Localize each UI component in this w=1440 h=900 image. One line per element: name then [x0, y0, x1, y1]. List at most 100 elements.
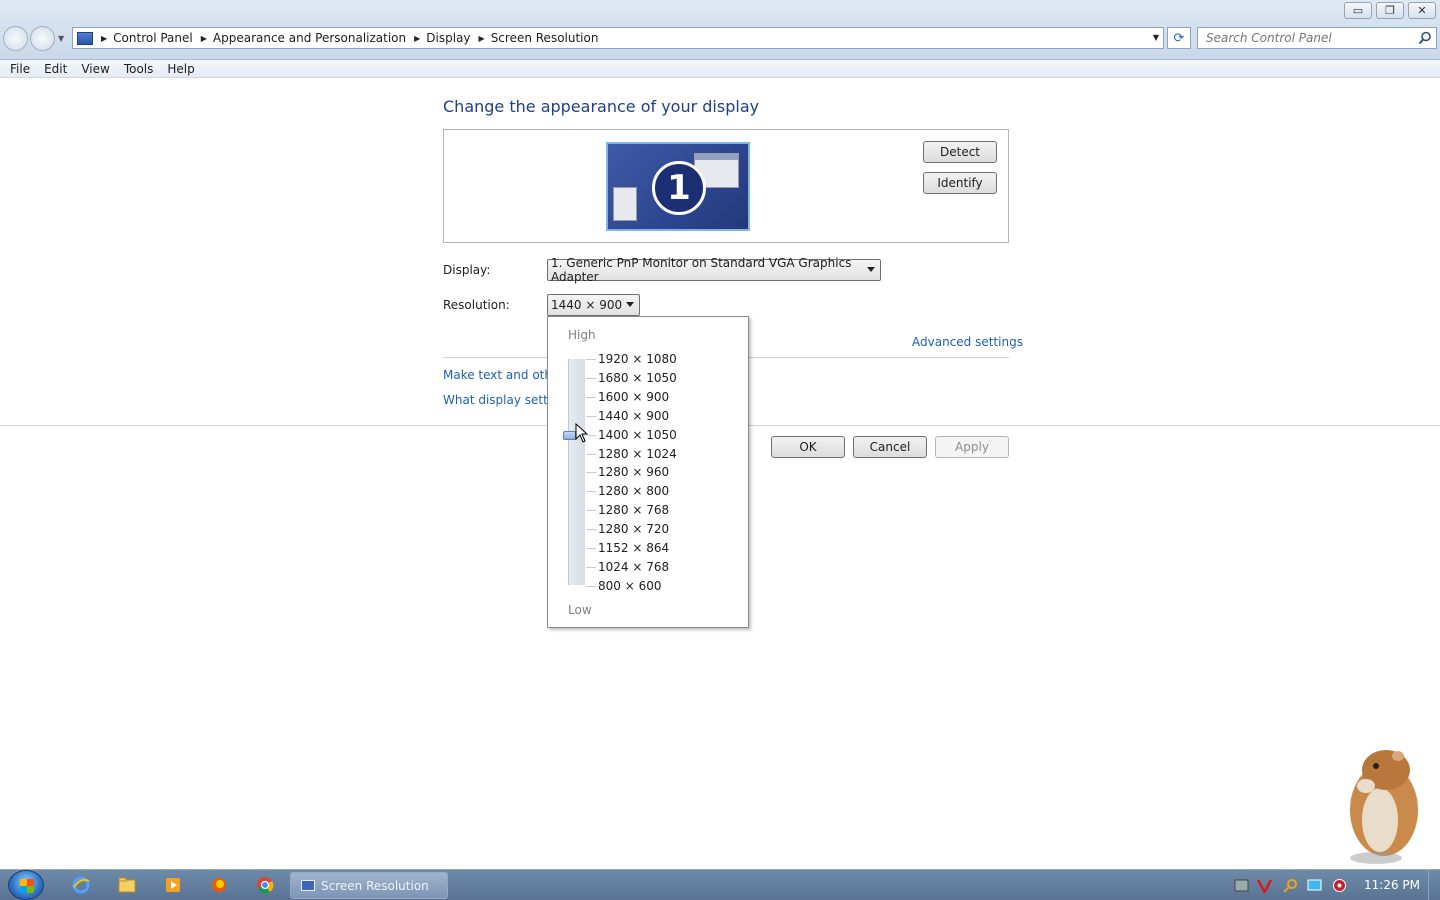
- monitor-tray-icon[interactable]: [1307, 878, 1322, 893]
- menu-bar: File Edit View Tools Help: [0, 60, 1440, 78]
- low-label: Low: [568, 603, 592, 617]
- page-title: Change the appearance of your display: [443, 97, 760, 116]
- resolution-tick: [586, 453, 596, 455]
- resolution-tick: [586, 377, 596, 379]
- resolution-option[interactable]: 1280 × 768: [598, 503, 669, 517]
- resolution-option[interactable]: 1280 × 960: [598, 465, 669, 479]
- resolution-slider-track[interactable]: [568, 359, 585, 585]
- hamster-mascot-image: [1350, 750, 1418, 864]
- mouse-cursor-icon: [575, 423, 589, 443]
- display-preview-panel: 1 Detect Identify: [443, 129, 1009, 243]
- explorer-folder-icon[interactable]: [117, 875, 137, 895]
- resolution-tick: [586, 585, 596, 587]
- breadcrumb-label[interactable]: Control Panel: [113, 31, 193, 45]
- breadcrumb-display[interactable]: ▶ Display: [410, 31, 470, 45]
- chevron-right-icon[interactable]: ▶: [201, 34, 207, 43]
- resolution-option[interactable]: 1920 × 1080: [598, 352, 677, 366]
- identify-button[interactable]: Identify: [923, 172, 997, 194]
- menu-view[interactable]: View: [75, 62, 115, 76]
- maximize-button[interactable]: ❐: [1376, 2, 1404, 19]
- network-tray-icon[interactable]: [1234, 878, 1249, 893]
- chevron-down-icon: [626, 302, 634, 307]
- control-panel-icon: [77, 31, 93, 45]
- monitor-1-preview[interactable]: 1: [606, 142, 750, 231]
- antivirus-tray-icon[interactable]: [1257, 878, 1272, 893]
- breadcrumb-control-panel[interactable]: ▶ Control Panel: [97, 31, 193, 45]
- advanced-settings-link[interactable]: Advanced settings: [912, 335, 1023, 349]
- resolution-option[interactable]: 1400 × 1050: [598, 428, 677, 442]
- resolution-option[interactable]: 1280 × 1024: [598, 447, 677, 461]
- resolution-option[interactable]: 1440 × 900: [598, 409, 669, 423]
- high-label: High: [568, 328, 596, 342]
- display-select-value: 1. Generic PnP Monitor on Standard VGA G…: [551, 256, 852, 284]
- recent-pages-icon[interactable]: ▼: [58, 34, 64, 43]
- breadcrumb-label[interactable]: Screen Resolution: [491, 31, 599, 45]
- menu-tools[interactable]: Tools: [118, 62, 160, 76]
- resolution-option[interactable]: 1152 × 864: [598, 541, 669, 555]
- resolution-select[interactable]: 1440 × 900: [547, 294, 640, 316]
- ok-button[interactable]: OK: [771, 436, 845, 458]
- window-controls: ▭ ❐ ✕: [1344, 2, 1436, 19]
- resolution-tick: [586, 510, 596, 512]
- screen-resolution-app-icon: [301, 880, 315, 891]
- resolution-tick: [586, 491, 596, 493]
- address-bar[interactable]: ▶ Control Panel ▶ Appearance and Personali…: [72, 27, 1164, 49]
- minimize-button[interactable]: ▭: [1344, 2, 1372, 19]
- back-button[interactable]: [3, 26, 28, 51]
- menu-file[interactable]: File: [4, 62, 36, 76]
- chrome-icon[interactable]: [255, 875, 275, 895]
- preview-window-icon: [613, 187, 637, 221]
- breadcrumb-appearance[interactable]: ▶ Appearance and Personalization: [197, 31, 406, 45]
- resolution-tick: [586, 529, 596, 531]
- resolution-tick: [586, 396, 596, 398]
- address-dropdown-icon[interactable]: ▼: [1153, 33, 1159, 42]
- firefox-icon[interactable]: [209, 875, 229, 895]
- search-input[interactable]: [1198, 28, 1408, 48]
- breadcrumb-screen-resolution[interactable]: ▶ Screen Resolution: [475, 31, 599, 45]
- menu-edit[interactable]: Edit: [38, 62, 73, 76]
- title-bar: ▭ ❐ ✕ ▼ ▶ Control Panel ▶ Appearance and P…: [0, 0, 1440, 60]
- resolution-option[interactable]: 800 × 600: [598, 579, 662, 593]
- resolution-select-value: 1440 × 900: [551, 298, 623, 312]
- volume-tray-icon[interactable]: [1332, 878, 1347, 893]
- start-button[interactable]: [8, 870, 44, 900]
- chevron-right-icon[interactable]: ▶: [479, 34, 485, 43]
- breadcrumb-label[interactable]: Display: [426, 31, 470, 45]
- resolution-tick: [586, 566, 596, 568]
- monitor-number: 1: [652, 161, 706, 215]
- windows-logo-icon: [20, 879, 34, 893]
- resolution-tick: [586, 472, 596, 474]
- display-select[interactable]: 1. Generic PnP Monitor on Standard VGA G…: [547, 256, 881, 284]
- refresh-icon[interactable]: ⟳: [1167, 27, 1191, 49]
- apply-button[interactable]: Apply: [935, 436, 1009, 458]
- taskbar-item-screen-resolution[interactable]: Screen Resolution: [290, 872, 448, 899]
- forward-button[interactable]: [30, 26, 55, 51]
- search-tray-icon[interactable]: [1283, 878, 1298, 893]
- resolution-label: Resolution:: [443, 298, 510, 312]
- resolution-tick: [586, 548, 596, 549]
- media-player-icon[interactable]: [163, 875, 183, 895]
- resolution-option[interactable]: 1280 × 800: [598, 484, 669, 498]
- breadcrumb-label[interactable]: Appearance and Personalization: [213, 31, 406, 45]
- clock[interactable]: 11:26 PM: [1364, 878, 1420, 892]
- resolution-dropdown[interactable]: High 1920 × 1080 1680 × 1050 1600 × 900 144…: [547, 316, 749, 628]
- detect-button[interactable]: Detect: [923, 141, 997, 163]
- taskbar: Screen Resolution 11:26 PM: [0, 869, 1440, 900]
- show-desktop-button[interactable]: [1428, 870, 1440, 900]
- resolution-option[interactable]: 1024 × 768: [598, 560, 669, 574]
- taskbar-item-label: Screen Resolution: [321, 878, 429, 893]
- cancel-button[interactable]: Cancel: [853, 436, 927, 458]
- resolution-option[interactable]: 1280 × 720: [598, 522, 669, 536]
- internet-explorer-icon[interactable]: [71, 875, 91, 895]
- resolution-tick: [586, 359, 596, 360]
- display-label: Display:: [443, 263, 491, 277]
- chevron-right-icon[interactable]: ▶: [101, 34, 107, 43]
- menu-help[interactable]: Help: [161, 62, 200, 76]
- chevron-down-icon: [867, 267, 875, 272]
- search-icon[interactable]: [1418, 31, 1432, 45]
- chevron-right-icon[interactable]: ▶: [414, 34, 420, 43]
- search-box[interactable]: [1197, 27, 1437, 49]
- resolution-option[interactable]: 1680 × 1050: [598, 371, 677, 385]
- resolution-option[interactable]: 1600 × 900: [598, 390, 669, 404]
- close-button[interactable]: ✕: [1408, 2, 1436, 19]
